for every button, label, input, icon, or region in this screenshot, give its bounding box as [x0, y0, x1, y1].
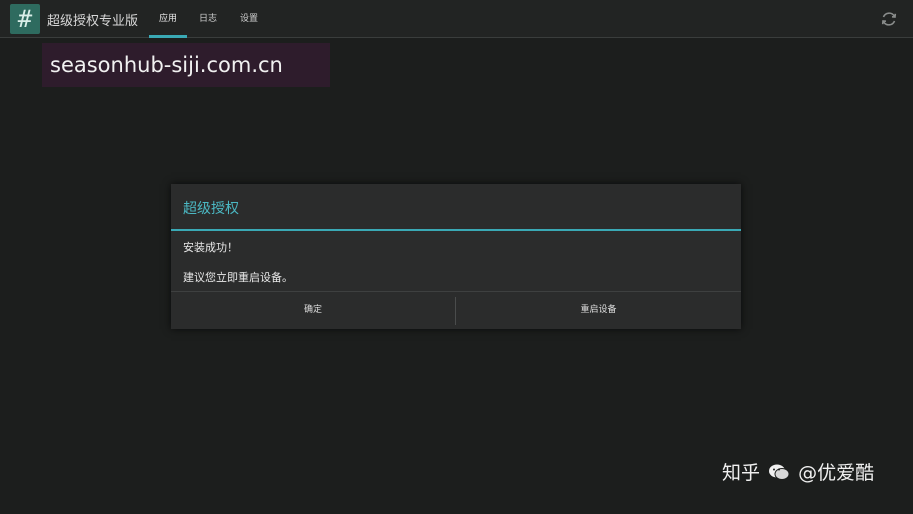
dialog-message-reboot-hint: 建议您立即重启设备。	[183, 271, 293, 284]
wechat-icon	[769, 464, 790, 480]
ok-button[interactable]: 确定	[171, 292, 455, 329]
tab-settings[interactable]: 设置	[231, 0, 267, 38]
zhihu-credit-watermark: 知乎 @优爱酷	[722, 458, 874, 485]
tab-apps[interactable]: 应用	[149, 0, 187, 38]
reboot-device-button[interactable]: 重启设备	[456, 292, 741, 329]
dialog-title-divider	[171, 229, 741, 231]
action-bar: # 超级授权专业版 应用 日志 设置	[0, 0, 913, 38]
credit-suffix: @优爱酷	[798, 462, 875, 484]
dialog-message-success: 安装成功！	[183, 241, 238, 254]
site-watermark: seasonhub-siji.com.cn	[42, 43, 330, 87]
credit-prefix: 知乎	[722, 462, 761, 484]
dialog-button-bar: 确定 重启设备	[171, 291, 741, 329]
hash-icon[interactable]: #	[10, 4, 40, 34]
tab-log[interactable]: 日志	[191, 0, 225, 38]
refresh-icon[interactable]	[880, 10, 898, 28]
dialog-title: 超级授权	[183, 201, 239, 217]
install-success-dialog: 超级授权 安装成功！ 建议您立即重启设备。 确定 重启设备	[171, 184, 741, 329]
app-title: 超级授权专业版	[47, 14, 139, 29]
